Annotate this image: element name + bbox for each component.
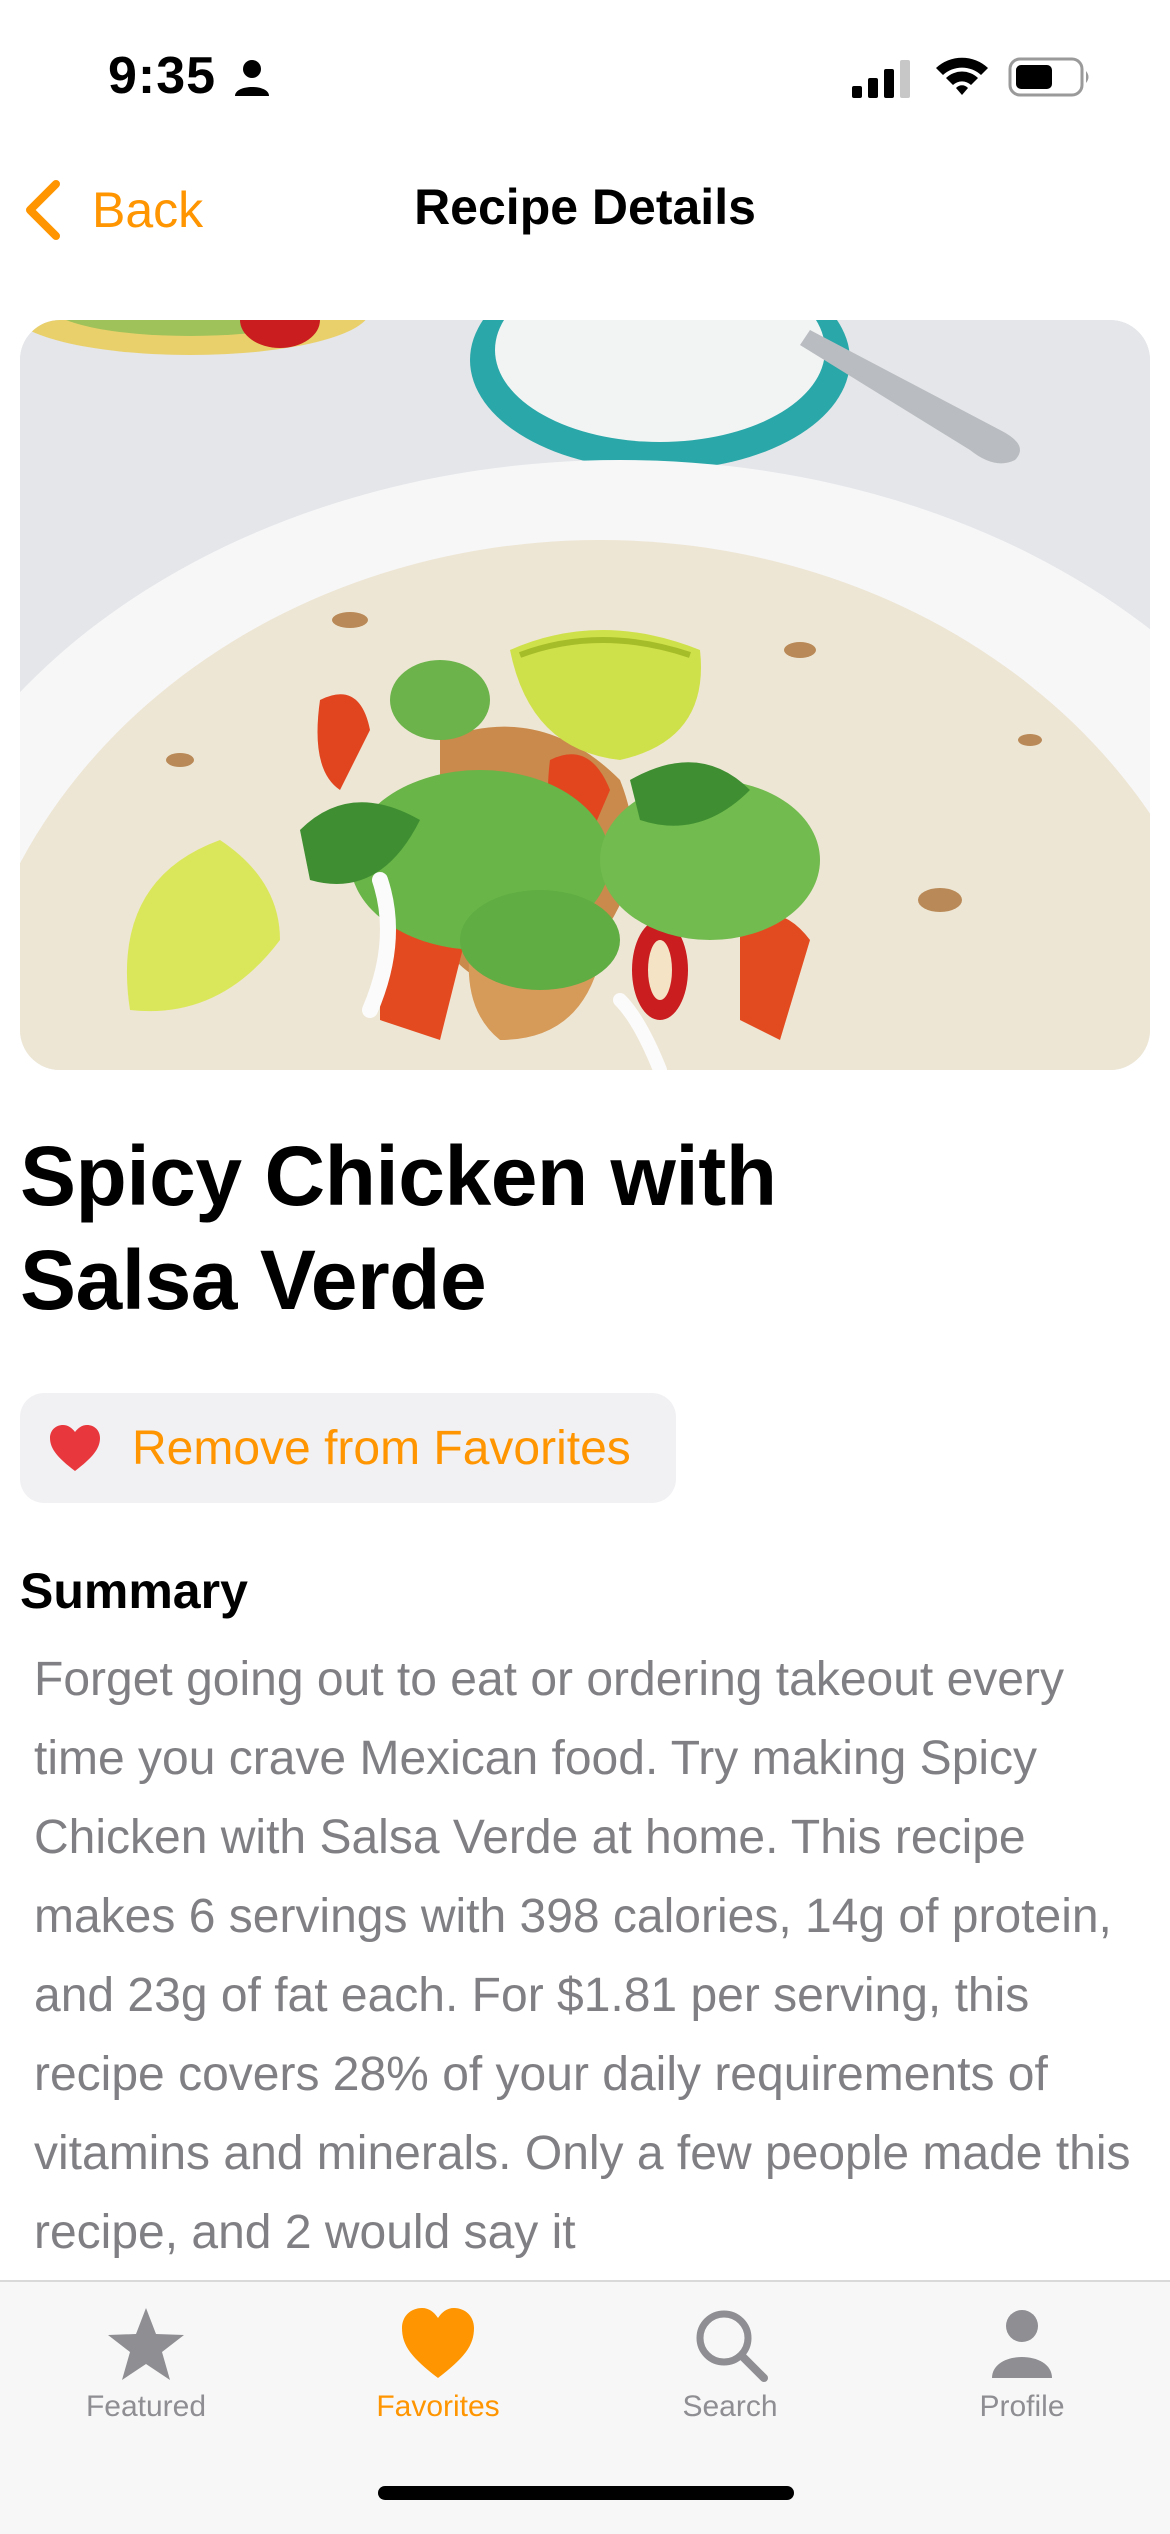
tab-featured[interactable]: Featured — [0, 2282, 292, 2452]
magnifier-icon — [696, 2310, 768, 2382]
recipe-title: Spicy Chicken with Salsa Verde — [20, 1124, 1020, 1332]
tab-label-profile: Profile — [979, 2390, 1065, 2423]
person-icon — [992, 2310, 1052, 2378]
heart-icon — [402, 2308, 474, 2378]
tab-search[interactable]: Search — [584, 2282, 876, 2452]
summary-heading: Summary — [20, 1563, 248, 1619]
recipe-title-line2: Salsa Verde — [20, 1233, 487, 1327]
navigation-bar: Back Recipe Details — [0, 160, 1170, 260]
remove-from-favorites-button[interactable]: Remove from Favorites — [20, 1393, 676, 1503]
summary-text: Forget going out to eat or ordering take… — [34, 1653, 1131, 2259]
tab-profile[interactable]: Profile — [876, 2282, 1168, 2452]
star-icon — [108, 2308, 184, 2380]
recipe-title-line1: Spicy Chicken with — [20, 1129, 777, 1223]
wifi-icon — [936, 57, 988, 95]
tab-label-featured: Featured — [85, 2390, 207, 2423]
status-bar: 9:35 — [0, 0, 1170, 150]
heart-icon — [50, 1425, 100, 1471]
cellular-signal-icon — [852, 60, 910, 98]
person-icon — [235, 60, 269, 96]
tab-label-search: Search — [682, 2390, 778, 2423]
favorite-button-label: Remove from Favorites — [132, 1421, 631, 1475]
battery-icon — [1008, 57, 1089, 97]
page-title: Recipe Details — [414, 179, 756, 235]
tab-favorites[interactable]: Favorites — [292, 2282, 584, 2452]
tab-label-favorites: Favorites — [376, 2390, 500, 2423]
home-indicator — [378, 2486, 794, 2500]
recipe-image — [20, 320, 1150, 1070]
status-time: 9:35 — [108, 47, 217, 105]
